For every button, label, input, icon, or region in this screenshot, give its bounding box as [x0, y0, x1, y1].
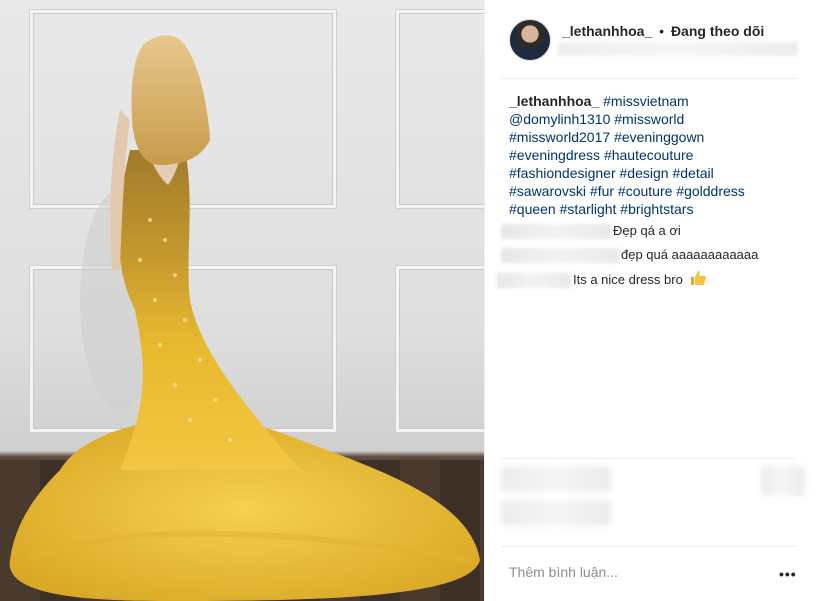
more-options-button[interactable]: •••: [779, 566, 797, 582]
post-image[interactable]: [0, 0, 484, 601]
add-comment-input[interactable]: Thêm bình luận...: [509, 564, 618, 580]
commenter-name-blurred[interactable]: [501, 248, 619, 264]
comment-text: Đẹp qá a ơi: [613, 223, 681, 238]
location-blurred: [558, 42, 798, 56]
post-header: _lethanhhoa_ • Đang theo dõi: [485, 0, 817, 78]
caption: _lethanhhoa_ #missvietnam @domylinh1310 …: [509, 92, 799, 218]
username-link[interactable]: _lethanhhoa_: [562, 23, 652, 39]
hashtag-link[interactable]: #queen #starlight #brightstars: [509, 201, 693, 217]
hashtag-link[interactable]: #missvietnam: [603, 93, 689, 109]
instagram-post: _lethanhhoa_ • Đang theo dõi _lethanhhoa…: [0, 0, 817, 601]
header-divider: [501, 78, 797, 79]
header-user: _lethanhhoa_ • Đang theo dõi: [562, 23, 764, 39]
commenter-name-blurred[interactable]: [497, 273, 571, 289]
hashtag-link[interactable]: @domylinh1310 #missworld: [509, 111, 684, 127]
comment-text: Its a nice dress bro: [573, 272, 683, 287]
hashtag-link[interactable]: #missworld2017 #eveninggown: [509, 129, 704, 145]
post-sidebar: _lethanhhoa_ • Đang theo dõi _lethanhhoa…: [484, 0, 817, 601]
comment-text: đẹp quá aaaaaaaaaaaa: [621, 247, 759, 262]
comment-row: đẹp quá aaaaaaaaaaaa: [501, 246, 758, 264]
avatar[interactable]: [509, 19, 551, 61]
bookmark-blurred: [761, 466, 805, 496]
caption-owner-link[interactable]: _lethanhhoa_: [509, 93, 599, 109]
likes-blurred: [501, 500, 611, 526]
comment-row: Its a nice dress bro: [497, 270, 707, 289]
thumbs-up-icon: [691, 271, 707, 285]
comment-row: Đẹp qá a ơi: [501, 222, 681, 240]
actions-blurred: [501, 466, 611, 492]
hashtag-link[interactable]: #fashiondesigner #design #detail: [509, 165, 714, 181]
comment-divider: [501, 546, 797, 547]
follow-status-button[interactable]: Đang theo dõi: [671, 23, 764, 39]
actions-divider: [501, 458, 797, 459]
hashtag-link[interactable]: #eveningdress #hautecouture: [509, 147, 693, 163]
separator-dot: •: [659, 23, 665, 39]
hashtag-link[interactable]: #sawarovski #fur #couture #golddress: [509, 183, 745, 199]
commenter-name-blurred[interactable]: [501, 224, 611, 240]
gown-illustration: [9, 35, 480, 601]
